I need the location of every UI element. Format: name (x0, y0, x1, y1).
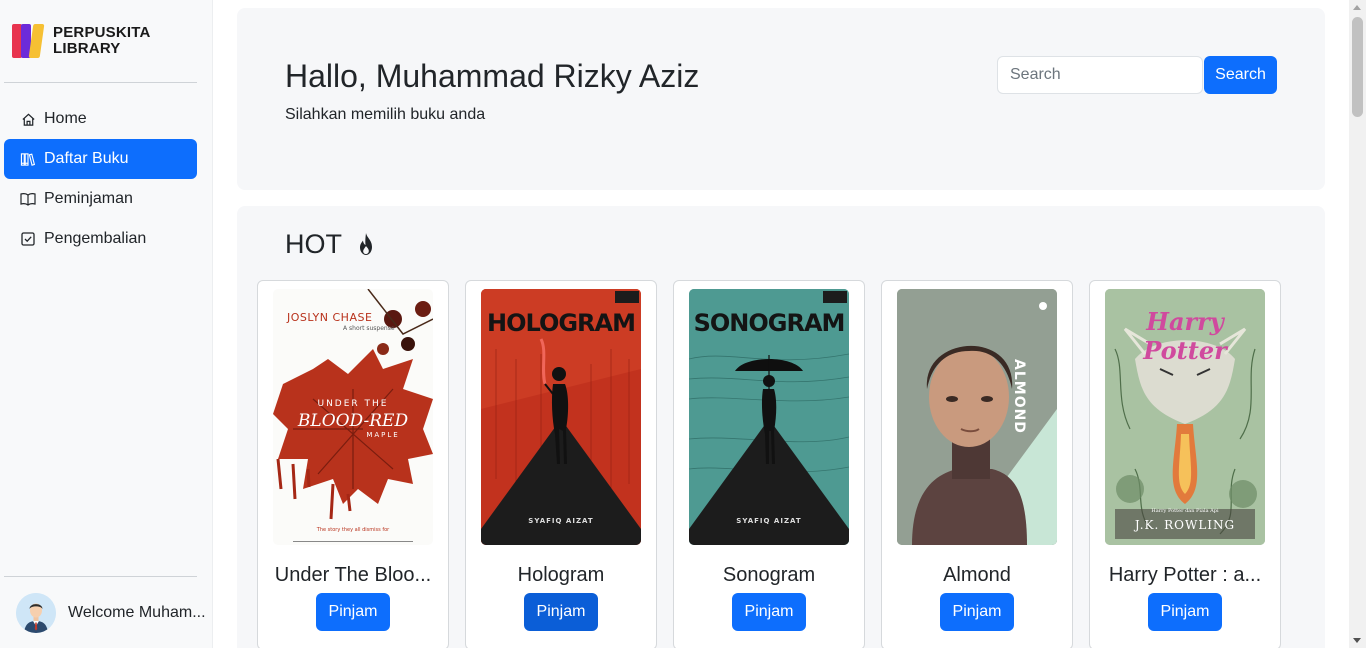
book-cover-image[interactable]: SONOGRAM SYAFIQ AIZAT (689, 289, 849, 545)
search-input[interactable] (997, 56, 1203, 94)
cover-text: UNDER THE (317, 399, 389, 409)
cover-text: A short suspense (343, 325, 395, 332)
book-card[interactable]: Harry Potter Harry Potter dan Piala Api … (1089, 280, 1281, 648)
book-card[interactable]: SONOGRAM SYAFIQ AIZAT Sonogram Pinjam (673, 280, 865, 648)
sidebar-item-pengembalian[interactable]: Pengembalian (4, 219, 197, 259)
sidebar-item-label: Home (44, 110, 87, 127)
scrollbar-thumb[interactable] (1352, 17, 1363, 117)
sidebar: PERPUSKITA LIBRARY Home Daftar Buku Pemi… (0, 0, 213, 648)
user-profile[interactable]: Welcome Muham... (16, 593, 206, 633)
cover-text: ALMOND (1011, 359, 1027, 434)
book-title: Harry Potter : a... (1108, 564, 1262, 586)
book-title: Sonogram (722, 564, 816, 586)
hot-heading: HOT (285, 229, 342, 259)
cover-text: SYAFIQ AIZAT (736, 517, 802, 525)
books-icon (20, 151, 36, 167)
sidebar-item-label: Daftar Buku (44, 150, 129, 167)
library-logo-icon (12, 24, 46, 58)
book-cover-image[interactable]: HOLOGRAM SYAFIQ AIZAT (481, 289, 641, 545)
cover-text: The story they all dismiss for (316, 527, 390, 533)
book-card[interactable]: JOSLYN CHASE A short suspense UNDER THE … (257, 280, 449, 648)
sidebar-item-home[interactable]: Home (4, 99, 197, 139)
cover-text: Harry Potter dan Piala Api (1151, 508, 1219, 514)
sidebar-nav: Home Daftar Buku Peminjaman Pengembalian (4, 99, 197, 259)
search-button[interactable]: Search (1204, 56, 1277, 94)
sidebar-divider-top (4, 82, 197, 83)
page-scrollbar[interactable] (1349, 0, 1366, 648)
pinjam-button[interactable]: Pinjam (732, 593, 806, 631)
book-open-icon (20, 191, 36, 207)
brand-line-1: PERPUSKITA (53, 24, 151, 41)
book-title: Almond (943, 564, 1011, 586)
book-cover-image[interactable]: JOSLYN CHASE A short suspense UNDER THE … (273, 289, 433, 545)
sidebar-divider-bottom (4, 576, 197, 577)
greeting-panel: Hallo, Muhammad Rizky Aziz Silahkan memi… (237, 8, 1325, 190)
book-cover-image[interactable]: Harry Potter Harry Potter dan Piala Api … (1105, 289, 1265, 545)
page-title: Hallo, Muhammad Rizky Aziz (285, 58, 700, 94)
section-heading: HOT (285, 226, 376, 263)
page-subtitle: Silahkan memilih buku anda (285, 106, 486, 123)
pinjam-button[interactable]: Pinjam (1148, 593, 1222, 631)
sidebar-item-label: Pengembalian (44, 230, 147, 247)
check-square-icon (20, 231, 36, 247)
home-icon (20, 111, 36, 127)
brand[interactable]: PERPUSKITA LIBRARY (12, 24, 151, 58)
book-title: Hologram (517, 564, 605, 586)
cover-text: MAPLE (366, 431, 400, 439)
pinjam-button[interactable]: Pinjam (524, 593, 598, 631)
sidebar-item-peminjaman[interactable]: Peminjaman (4, 179, 197, 219)
cover-text: SYAFIQ AIZAT (528, 517, 594, 525)
avatar (16, 593, 56, 633)
cover-text: SONOGRAM (693, 309, 846, 337)
cover-text: BLOOD-RED (297, 411, 409, 431)
sidebar-item-label: Peminjaman (44, 190, 133, 207)
book-card[interactable]: ALMOND Almond Pinjam (881, 280, 1073, 648)
cover-text: Harry Potter (1143, 307, 1227, 365)
scroll-down-arrow-icon[interactable] (1353, 638, 1361, 643)
welcome-user-label: Welcome Muham... (68, 604, 206, 621)
book-title: Under The Bloo... (274, 564, 432, 586)
pinjam-button[interactable]: Pinjam (316, 593, 390, 631)
pinjam-button[interactable]: Pinjam (940, 593, 1014, 631)
book-cover-image[interactable]: ALMOND (897, 289, 1057, 545)
hot-section: HOT JOSLYN CHASE A short suspense UNDER … (237, 206, 1325, 648)
cover-text: J.K. ROWLING (1134, 518, 1236, 532)
book-card[interactable]: HOLOGRAM SYAFIQ AIZAT Hologram Pinjam (465, 280, 657, 648)
cover-text: JOSLYN CHASE (287, 311, 373, 324)
scroll-up-arrow-icon[interactable] (1353, 5, 1361, 10)
fire-icon (356, 232, 376, 263)
cover-text: HOLOGRAM (487, 309, 636, 337)
brand-line-2: LIBRARY (53, 40, 121, 57)
sidebar-item-daftar-buku[interactable]: Daftar Buku (4, 139, 197, 179)
